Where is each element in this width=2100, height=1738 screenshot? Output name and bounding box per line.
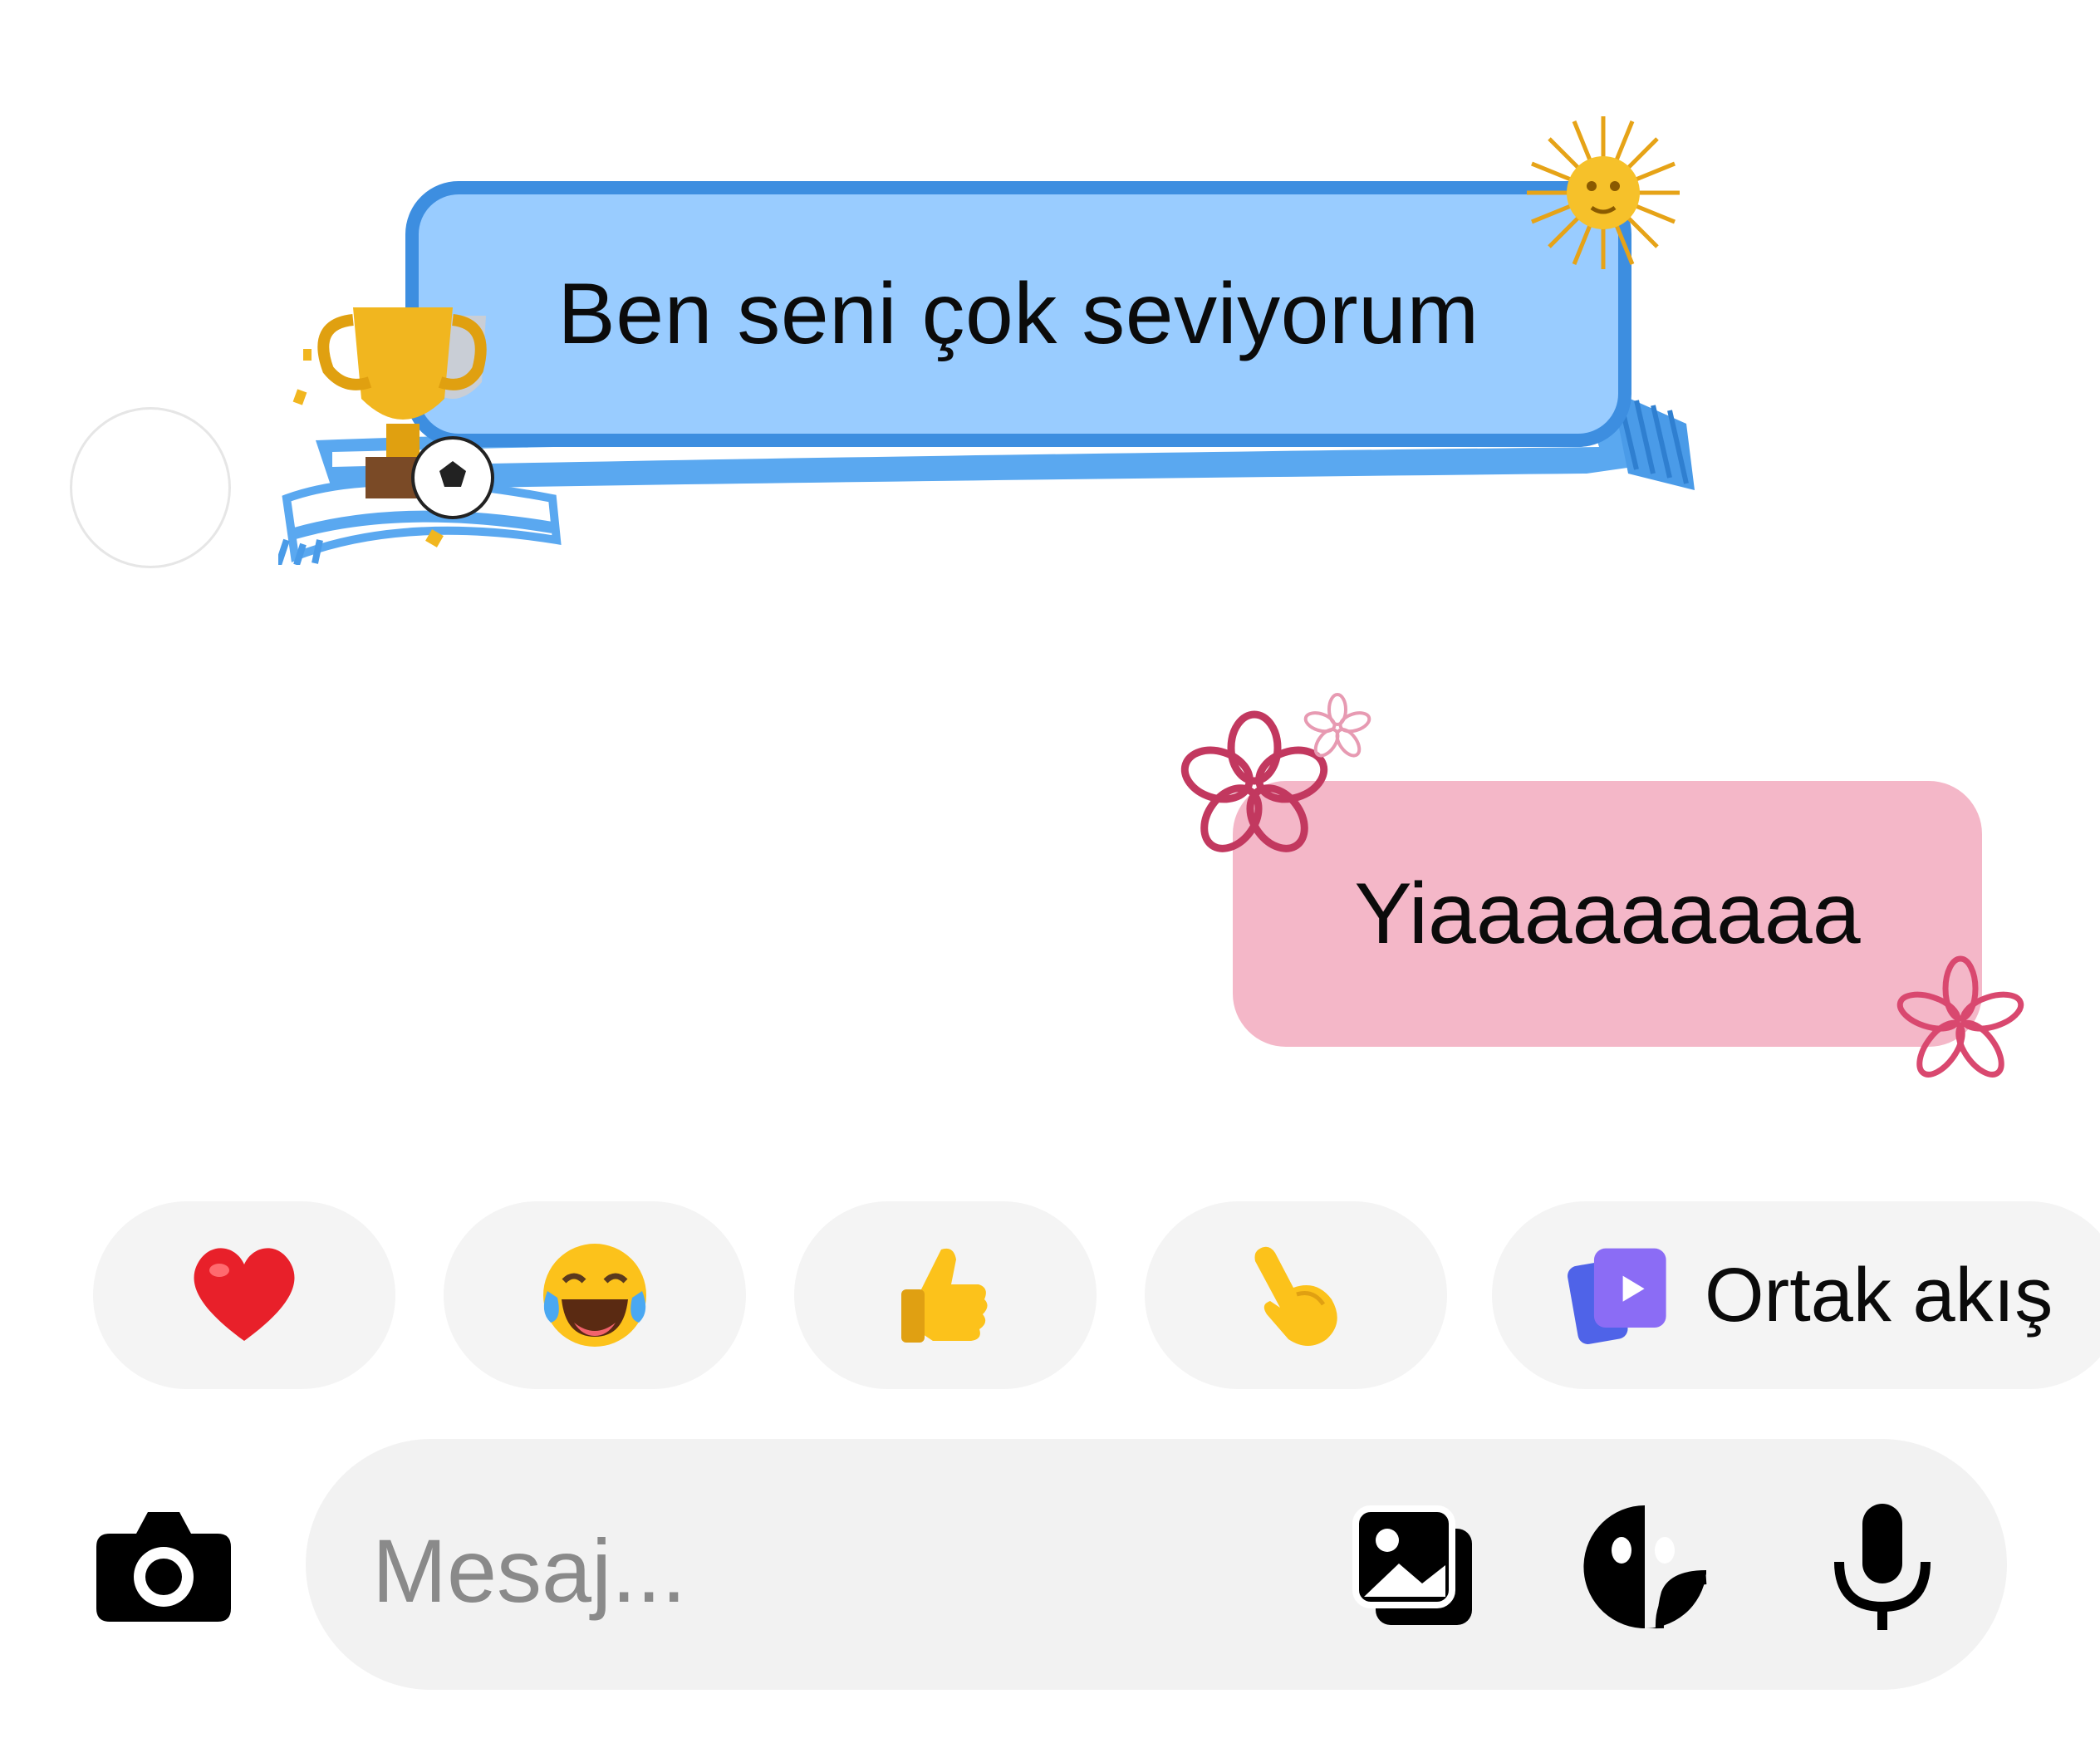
red-heart-emoji-icon [194,1248,295,1341]
message-input[interactable] [372,1512,1286,1628]
trophy-and-ball-sticker [278,307,562,565]
flower-icon [1303,693,1371,758]
tears-of-joy-emoji-icon [543,1244,646,1347]
outgoing-message-bubble[interactable]: Yiaaaaaaaaa [1233,781,1982,1047]
sender-avatar[interactable] [70,407,231,568]
quick-reaction-laugh[interactable] [444,1201,746,1389]
microphone-icon[interactable] [1824,1500,1941,1633]
pointing-hand-emoji-icon [1254,1246,1337,1346]
quick-reaction-thumbs-up[interactable] [794,1201,1097,1389]
sticker-icon[interactable] [1578,1500,1711,1633]
quick-reaction-shared-feed[interactable]: Ortak akış [1492,1201,2100,1389]
incoming-message-text: Ben seni çok seviyorum [557,265,1479,362]
gallery-icon[interactable] [1347,1500,1480,1633]
quick-reaction-heart[interactable] [93,1201,395,1389]
quick-reaction-pointing-hand[interactable] [1145,1201,1447,1389]
flower-icon [1896,955,2024,1078]
thumbs-up-emoji-icon [901,1248,988,1343]
shared-feed-icon [1568,1248,1666,1344]
shared-feed-label: Ortak akış [1705,1252,2053,1338]
camera-icon[interactable] [93,1500,234,1625]
sun-of-may-icon [1527,116,1680,269]
outgoing-message-text: Yiaaaaaaaaa [1354,865,1861,962]
incoming-message-bubble[interactable]: Ben seni çok seviyorum [405,181,1631,447]
